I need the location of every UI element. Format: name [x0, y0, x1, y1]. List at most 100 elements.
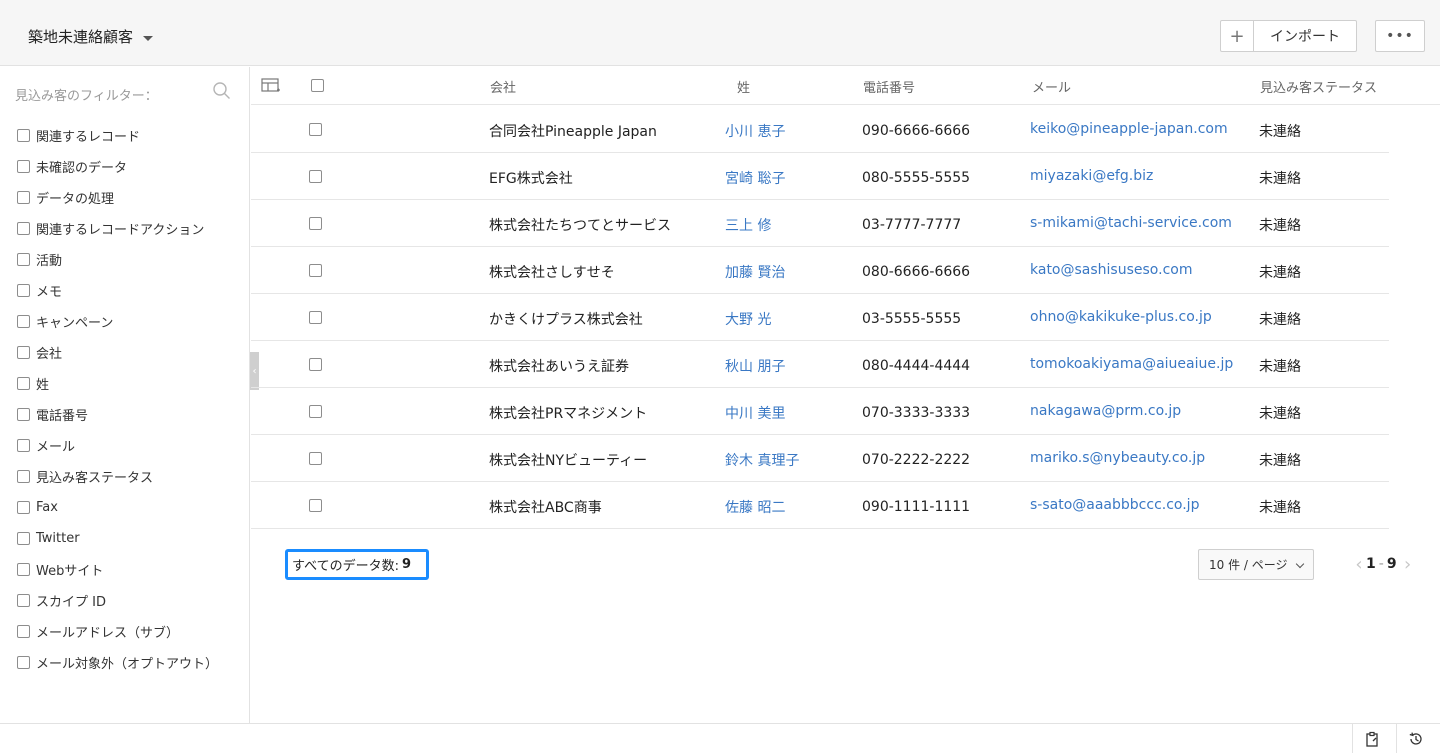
filter-item[interactable]: Fax — [17, 492, 218, 523]
filter-item[interactable]: 活動 — [17, 244, 218, 275]
table-row[interactable]: 株式会社さしすせそ 加藤 賢治 080-6666-6666 kato@sashisus… — [251, 247, 1389, 294]
filter-item[interactable]: 関連するレコードアクション — [17, 213, 218, 244]
cell-email-link[interactable]: s-mikami@tachi-service.com — [1030, 215, 1232, 231]
filter-checkbox[interactable] — [17, 656, 30, 669]
column-header-phone[interactable]: 電話番号 — [863, 77, 915, 96]
more-actions-button[interactable]: ••• — [1375, 20, 1425, 52]
filter-item[interactable]: メール対象外（オプトアウト） — [17, 647, 218, 678]
cell-email-link[interactable]: ohno@kakikuke-plus.co.jp — [1030, 309, 1212, 325]
column-settings-icon[interactable] — [261, 78, 281, 94]
cell-last-name-link[interactable]: 佐藤 昭二 — [725, 497, 785, 517]
cell-last-name-link[interactable]: 小川 恵子 — [725, 121, 785, 141]
table-row[interactable]: 株式会社NYビューティー 鈴木 真理子 070-2222-2222 mariko.s@… — [251, 435, 1389, 482]
filter-checkbox[interactable] — [17, 532, 30, 545]
filter-checkbox[interactable] — [17, 408, 30, 421]
filter-item[interactable]: メモ — [17, 275, 218, 306]
page-separator: - — [1378, 556, 1384, 572]
table-row[interactable]: 株式会社あいうえ証券 秋山 朋子 080-4444-4444 tomokoakiyam… — [251, 341, 1389, 388]
filter-checkbox[interactable] — [17, 470, 30, 483]
records-per-page-select[interactable]: 10 件 / ページ — [1198, 549, 1314, 580]
filter-checkbox[interactable] — [17, 315, 30, 328]
cell-last-name-link[interactable]: 宮崎 聡子 — [725, 168, 785, 188]
filter-item[interactable]: スカイプ ID — [17, 585, 218, 616]
cell-last-name-link[interactable]: 大野 光 — [725, 309, 771, 329]
row-checkbox[interactable] — [309, 405, 322, 418]
filter-item[interactable]: Webサイト — [17, 554, 218, 585]
row-checkbox[interactable] — [309, 170, 322, 183]
cell-last-name-link[interactable]: 中川 美里 — [725, 403, 785, 423]
table-row[interactable]: 合同会社Pineapple Japan 小川 恵子 090-6666-6666 kei… — [251, 106, 1389, 153]
filter-checkbox[interactable] — [17, 501, 30, 514]
select-all-checkbox[interactable] — [311, 79, 324, 92]
cell-email-link[interactable]: mariko.s@nybeauty.co.jp — [1030, 450, 1205, 466]
row-checkbox[interactable] — [309, 452, 322, 465]
row-checkbox[interactable] — [309, 123, 322, 136]
filter-checkbox[interactable] — [17, 160, 30, 173]
filter-checkbox[interactable] — [17, 625, 30, 638]
cell-email-link[interactable]: keiko@pineapple-japan.com — [1030, 121, 1228, 137]
cell-status: 未連絡 — [1259, 218, 1301, 234]
cell-email-link[interactable]: s-sato@aaabbbccc.co.jp — [1030, 497, 1199, 513]
row-checkbox[interactable] — [309, 358, 322, 371]
filter-checkbox[interactable] — [17, 191, 30, 204]
cell-status: 未連絡 — [1259, 124, 1301, 140]
column-header-email[interactable]: メール — [1032, 77, 1071, 96]
cell-email-link[interactable]: miyazaki@efg.biz — [1030, 168, 1153, 184]
total-count: 9 — [401, 557, 411, 572]
filter-checkbox[interactable] — [17, 377, 30, 390]
filter-item[interactable]: 未確認のデータ — [17, 151, 218, 182]
filter-item[interactable]: Twitter — [17, 523, 218, 554]
import-button[interactable]: インポート — [1254, 21, 1356, 51]
table-row[interactable]: 株式会社ABC商事 佐藤 昭二 090-1111-1111 s-sato@aaabbb… — [251, 482, 1389, 529]
filter-item-label: 見込み客ステータス — [36, 471, 154, 486]
filter-item-label: 姓 — [36, 378, 50, 393]
row-checkbox[interactable] — [309, 311, 322, 324]
row-checkbox[interactable] — [309, 217, 322, 230]
filter-item[interactable]: 会社 — [17, 337, 218, 368]
filter-list: 関連するレコード未確認のデータデータの処理 関連するレコードアクション 活動 メモ キャ… — [17, 120, 218, 678]
cell-email-link[interactable]: nakagawa@prm.co.jp — [1030, 403, 1181, 419]
filter-item[interactable]: 姓 — [17, 368, 218, 399]
recent-history-button[interactable] — [1396, 724, 1434, 753]
filter-item[interactable]: データの処理 — [17, 182, 218, 213]
custom-view-selector[interactable]: 築地未連絡顧客 — [28, 26, 154, 47]
row-checkbox[interactable] — [309, 264, 322, 277]
filter-item[interactable]: 電話番号 — [17, 399, 218, 430]
filter-checkbox[interactable] — [17, 563, 30, 576]
create-button[interactable]: + — [1221, 21, 1254, 51]
filter-checkbox[interactable] — [17, 439, 30, 452]
filter-item[interactable]: メール — [17, 430, 218, 461]
cell-company: 株式会社たちつてとサービス — [489, 218, 671, 234]
filter-checkbox[interactable] — [17, 284, 30, 297]
filter-item[interactable]: メールアドレス（サブ） — [17, 616, 218, 647]
previous-page-icon[interactable]: ‹ — [1352, 554, 1366, 575]
filter-item[interactable]: 見込み客ステータス — [17, 461, 218, 492]
filter-item-label: 未確認のデータ — [36, 161, 128, 176]
cell-email-link[interactable]: kato@sashisuseso.com — [1030, 262, 1192, 278]
filter-checkbox[interactable] — [17, 594, 30, 607]
row-checkbox[interactable] — [309, 499, 322, 512]
cell-last-name-link[interactable]: 加藤 賢治 — [725, 262, 785, 282]
table-row[interactable]: かきくけプラス株式会社 大野 光 03-5555-5555 ohno@kakikuke… — [251, 294, 1389, 341]
filter-item[interactable]: 関連するレコード — [17, 120, 218, 151]
filter-checkbox[interactable] — [17, 346, 30, 359]
notes-button[interactable] — [1352, 724, 1390, 753]
filter-checkbox[interactable] — [17, 129, 30, 142]
cell-last-name-link[interactable]: 秋山 朋子 — [725, 356, 785, 376]
table-row[interactable]: 株式会社PRマネジメント 中川 美里 070-3333-3333 nakagawa@p… — [251, 388, 1389, 435]
column-header-last-name[interactable]: 姓 — [737, 77, 750, 96]
column-header-status[interactable]: 見込み客ステータス — [1260, 77, 1377, 96]
table-row[interactable]: 株式会社たちつてとサービス 三上 修 03-7777-7777 s-mikami@ta… — [251, 200, 1389, 247]
cell-last-name-link[interactable]: 鈴木 真理子 — [725, 450, 799, 470]
filter-checkbox[interactable] — [17, 253, 30, 266]
column-header-company[interactable]: 会社 — [490, 77, 516, 96]
cell-email-link[interactable]: tomokoakiyama@aiueaiue.jp — [1030, 356, 1233, 372]
table-row[interactable]: EFG株式会社 宮崎 聡子 080-5555-5555 miyazaki@efg.bi… — [251, 153, 1389, 200]
filter-checkbox[interactable] — [17, 222, 30, 235]
filter-item[interactable]: キャンペーン — [17, 306, 218, 337]
cell-last-name-link[interactable]: 三上 修 — [725, 215, 771, 235]
search-icon[interactable] — [212, 81, 232, 101]
next-page-icon[interactable]: › — [1401, 554, 1415, 575]
table-body: 合同会社Pineapple Japan 小川 恵子 090-6666-6666 kei… — [251, 106, 1389, 529]
cell-status: 未連絡 — [1259, 406, 1301, 422]
